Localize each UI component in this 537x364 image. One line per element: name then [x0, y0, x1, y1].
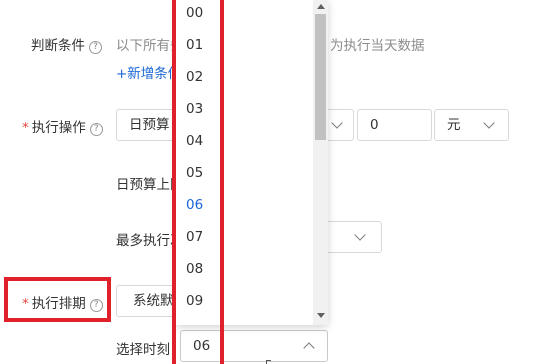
help-icon[interactable]: ? [89, 123, 103, 136]
budget-limit-label: 日预算上限 [116, 177, 184, 193]
action-label: * 执行操作? [22, 116, 103, 136]
condition-label: 判断条件? [31, 34, 102, 54]
time-label: 选择时刻 [116, 342, 170, 358]
dropdown-option[interactable]: 03 [186, 93, 306, 125]
dropdown-option[interactable]: 00 [186, 0, 306, 29]
chevron-down-icon [354, 229, 366, 241]
help-icon[interactable]: ? [89, 299, 103, 312]
dropdown-option-selected[interactable]: 06 [186, 189, 306, 221]
required-mark: * [22, 296, 29, 312]
amount-input[interactable]: 0 [357, 109, 432, 141]
dropdown-option[interactable]: 01 [186, 29, 306, 61]
action-field-select[interactable] [328, 109, 354, 141]
scroll-up-arrow-icon[interactable] [317, 4, 325, 9]
time-value: 06 [193, 338, 211, 354]
unit-select[interactable]: 元 [434, 109, 509, 141]
schedule-label: * 执行排期? [22, 292, 103, 312]
chevron-up-icon [303, 342, 315, 354]
time-dropdown[interactable]: 00 01 02 03 04 05 06 07 08 09 [176, 0, 328, 325]
condition-label-text: 判断条件 [31, 38, 85, 54]
required-mark: * [22, 120, 29, 136]
help-icon[interactable]: ? [89, 41, 102, 54]
cursor-icon [266, 360, 271, 364]
scrollbar-thumb[interactable] [315, 14, 326, 140]
dropdown-option[interactable]: 02 [186, 61, 306, 93]
add-condition-link[interactable]: +新增条件 [116, 62, 181, 82]
dropdown-option[interactable]: 07 [186, 221, 306, 253]
dropdown-option[interactable]: 09 [186, 285, 306, 317]
schedule-label-text: 执行排期 [31, 296, 86, 312]
condition-description-left: 以下所有条 [116, 38, 184, 54]
chevron-down-icon [331, 117, 343, 129]
unit-value: 元 [447, 117, 461, 133]
dropdown-option[interactable]: 04 [186, 125, 306, 157]
dropdown-option[interactable]: 05 [186, 157, 306, 189]
time-select[interactable]: 06 [180, 330, 328, 362]
max-executions-select[interactable] [328, 221, 382, 253]
chevron-down-icon [483, 117, 495, 129]
condition-description-right: 为执行当天数据 [330, 38, 425, 54]
max-executions-label: 最多执行次 [116, 233, 184, 249]
dropdown-option[interactable]: 08 [186, 253, 306, 285]
action-label-text: 执行操作 [31, 120, 86, 136]
scroll-down-arrow-icon[interactable] [317, 313, 325, 318]
